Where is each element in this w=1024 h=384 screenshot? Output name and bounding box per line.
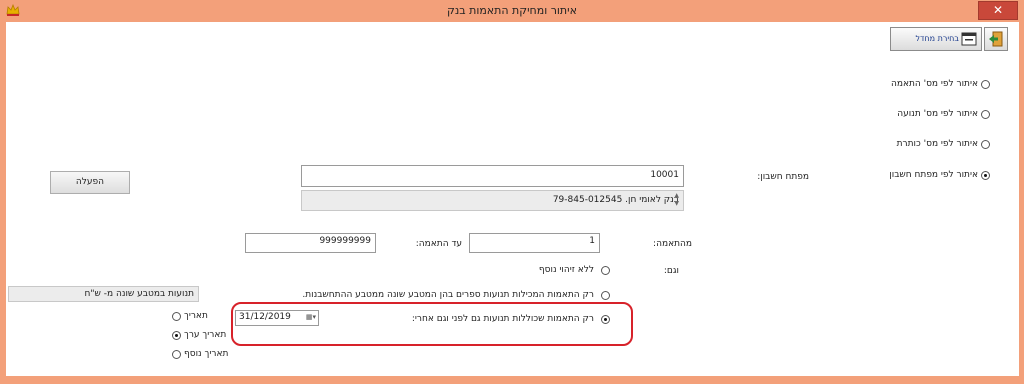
- date-type-option[interactable]: תאריך ערך: [172, 329, 228, 343]
- search-option-label: איתור לפי מס' התאמה: [890, 79, 978, 89]
- search-option[interactable]: איתור לפי מס' כותרת: [866, 138, 990, 152]
- date-type-label: תאריך: [184, 311, 208, 321]
- search-option-radio[interactable]: [981, 171, 990, 180]
- also-label: וגם:: [663, 266, 679, 276]
- window-title: איתור ומחיקת התאמות בנק: [447, 4, 577, 17]
- search-option-radio[interactable]: [981, 110, 990, 119]
- search-option[interactable]: איתור לפי מס' תנועה: [866, 108, 990, 122]
- scroll-arrows-icon[interactable]: ▲ ▼: [674, 192, 679, 208]
- date-type-option[interactable]: תאריך נוסף: [172, 348, 232, 362]
- account-description: בנק לאומי חן. 79-845-012545 ▲ ▼: [301, 190, 684, 211]
- from-match-label: מהתאמה:: [653, 239, 692, 249]
- also-option-radio[interactable]: [601, 315, 610, 324]
- search-option-label: איתור לפי מס' תנועה: [897, 109, 978, 119]
- run-button[interactable]: הפעלה: [50, 171, 130, 194]
- search-option[interactable]: איתור לפי מפתח חשבון: [866, 169, 990, 183]
- search-option-radio[interactable]: [981, 80, 990, 89]
- also-option-radio[interactable]: [601, 291, 610, 300]
- search-option[interactable]: איתור לפי מס' התאמה: [866, 78, 990, 92]
- calendar-icon: [961, 32, 977, 46]
- to-match-label: עד התאמה:: [415, 239, 462, 249]
- account-description-text: בנק לאומי חן. 79-845-012545: [552, 195, 679, 205]
- also-option-label: רק התאמות שכוללות תנועות גם לפני וגם אחר…: [411, 314, 594, 324]
- exit-door-icon: [989, 31, 1003, 47]
- also-option[interactable]: רק התאמות שכוללות תנועות גם לפני וגם אחר…: [396, 312, 610, 326]
- date-input[interactable]: 31/12/2019 ▦▾: [235, 310, 319, 326]
- exit-door-button[interactable]: [984, 27, 1008, 51]
- search-option-label: איתור לפי מס' כותרת: [896, 139, 978, 149]
- date-type-label: תאריך ערך: [184, 330, 227, 340]
- also-option-label: ללא זיהוי נוסף: [538, 265, 594, 275]
- also-option[interactable]: רק התאמות המכילות תנועות ספרים בהן המטבע…: [236, 288, 610, 302]
- date-dropdown-icon[interactable]: ▦▾: [306, 313, 316, 321]
- also-option-label: רק התאמות המכילות תנועות ספרים בהן המטבע…: [302, 290, 594, 300]
- date-type-label: תאריך נוסף: [184, 349, 229, 359]
- date-type-radio[interactable]: [172, 350, 181, 359]
- date-type-option[interactable]: תאריך: [172, 310, 212, 324]
- to-match-input[interactable]: 999999999: [245, 233, 376, 253]
- also-option[interactable]: ללא זיהוי נוסף: [486, 263, 610, 277]
- currency-note: תנועות במטבע שונה מ- ש"ח: [8, 286, 199, 302]
- account-key-input[interactable]: 10001: [301, 165, 684, 187]
- date-type-radio[interactable]: [172, 331, 181, 340]
- also-option-radio[interactable]: [601, 266, 610, 275]
- search-option-radio[interactable]: [981, 140, 990, 149]
- run-button-label: הפעלה: [75, 177, 105, 187]
- from-match-input[interactable]: 1: [469, 233, 600, 253]
- date-value: 31/12/2019: [239, 312, 291, 322]
- search-option-label: איתור לפי מפתח חשבון: [889, 170, 978, 180]
- client-area: בחירת מחדל איתור לפי מס' התאמה איתור לפי…: [6, 22, 1019, 376]
- date-type-radio[interactable]: [172, 312, 181, 321]
- close-button[interactable]: ✕: [978, 1, 1018, 20]
- account-key-label: מפתח חשבון:: [757, 172, 809, 182]
- menu-label: בחירת מחדל: [915, 34, 959, 43]
- default-menu-button[interactable]: בחירת מחדל: [890, 27, 982, 51]
- title-bar: איתור ומחיקת התאמות בנק ✕: [0, 0, 1024, 22]
